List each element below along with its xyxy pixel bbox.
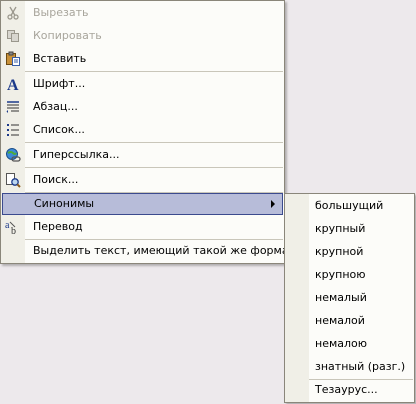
menu-item-label: Вставить xyxy=(33,52,87,65)
menu-item-copy[interactable]: Копировать xyxy=(1,25,284,47)
font-icon: A xyxy=(1,73,25,95)
synonym-label: немалый xyxy=(315,291,367,304)
synonym-label: большущий xyxy=(315,199,384,212)
menu-item-cut[interactable]: Вырезать xyxy=(1,2,284,24)
synonym-item[interactable]: немалой xyxy=(285,310,414,332)
menu-item-synonyms[interactable]: Синонимы xyxy=(2,193,283,215)
synonym-label: немалой xyxy=(315,314,365,327)
menu-item-label: Копировать xyxy=(33,29,102,42)
paste-icon xyxy=(1,48,25,70)
synonym-item[interactable]: крупною xyxy=(285,264,414,286)
synonym-label: крупной xyxy=(315,245,364,258)
synonym-item[interactable]: немалою xyxy=(285,333,414,355)
synonyms-submenu: большущий крупный крупной крупною немалы… xyxy=(284,193,415,403)
menu-item-paste[interactable]: Вставить xyxy=(1,48,284,70)
menu-item-search[interactable]: Поиск... xyxy=(1,169,284,191)
menu-item-font[interactable]: A Шрифт... xyxy=(1,73,284,95)
synonym-item[interactable]: крупный xyxy=(285,218,414,240)
menu-item-select-same-format[interactable]: Выделить текст, имеющий такой же формат xyxy=(1,240,295,262)
menu-item-label: Синонимы xyxy=(34,197,95,210)
synonym-label: крупный xyxy=(315,222,366,235)
menu-separator xyxy=(25,167,283,168)
menu-item-label: Шрифт... xyxy=(33,77,86,90)
synonym-item[interactable]: большущий xyxy=(285,195,414,217)
thesaurus-label: Тезаурус... xyxy=(315,383,378,396)
menu-item-list[interactable]: Список... xyxy=(1,119,284,141)
menu-item-translate[interactable]: ab Перевод xyxy=(1,216,284,238)
scissors-icon xyxy=(1,2,25,24)
synonym-item[interactable]: немалый xyxy=(285,287,414,309)
synonym-label: крупною xyxy=(315,268,366,281)
translate-icon: ab xyxy=(1,216,25,238)
synonym-item[interactable]: крупной xyxy=(285,241,414,263)
list-icon xyxy=(1,119,25,141)
paragraph-icon xyxy=(1,96,25,118)
menu-item-label: Гиперссылка... xyxy=(33,148,120,161)
context-menu: Вырезать Копировать Вставить A Шрифт... … xyxy=(0,0,295,264)
menu-item-label: Вырезать xyxy=(33,6,89,19)
copy-icon xyxy=(1,25,25,47)
menu-item-paragraph[interactable]: Абзац... xyxy=(1,96,284,118)
menu-item-hyperlink[interactable]: Гиперссылка... xyxy=(1,144,284,166)
menu-item-label: Абзац... xyxy=(33,100,78,113)
menu-item-label: Перевод xyxy=(33,220,83,233)
hyperlink-icon xyxy=(1,144,25,166)
svg-text:b: b xyxy=(11,226,16,235)
thesaurus-item[interactable]: Тезаурус... xyxy=(285,379,414,401)
svg-text:a: a xyxy=(5,220,10,231)
menu-item-label: Выделить текст, имеющий такой же формат xyxy=(33,244,295,257)
svg-text:A: A xyxy=(7,77,19,92)
synonym-label: немалою xyxy=(315,337,368,350)
menu-separator xyxy=(25,142,283,143)
synonym-item[interactable]: знатный (разг.) xyxy=(285,356,414,378)
search-icon xyxy=(1,169,25,191)
submenu-arrow-icon xyxy=(271,200,275,208)
menu-item-label: Список... xyxy=(33,123,85,136)
menu-item-label: Поиск... xyxy=(33,173,79,186)
menu-separator xyxy=(25,71,283,72)
synonym-label: знатный (разг.) xyxy=(315,360,406,373)
